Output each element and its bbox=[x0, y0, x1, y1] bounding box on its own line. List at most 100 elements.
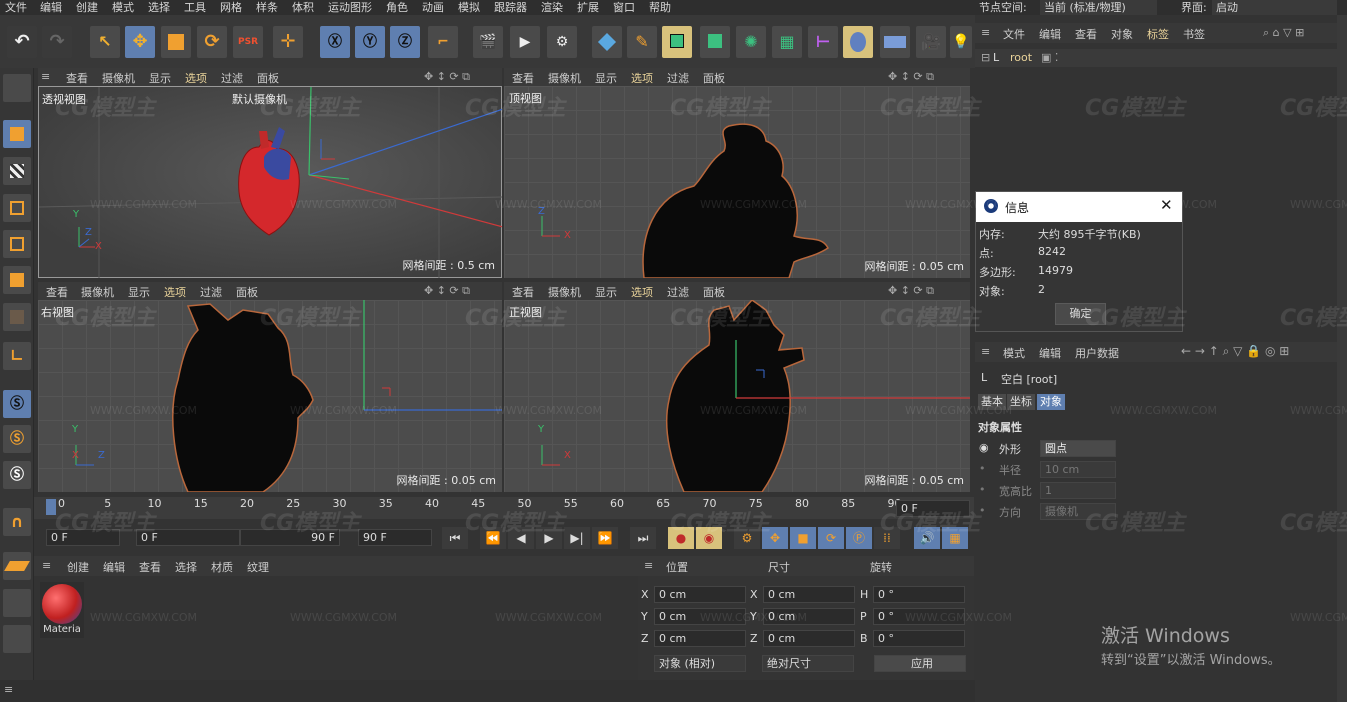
go-to-end-icon[interactable]: ⏭ bbox=[630, 527, 656, 549]
vp-menu-panel[interactable]: 面板 bbox=[703, 284, 725, 300]
x-axis-lock-icon[interactable]: Ⓧ bbox=[320, 26, 350, 58]
vp-menu-options[interactable]: 选项 bbox=[164, 284, 186, 300]
next-key-icon[interactable]: ⏩ bbox=[592, 527, 618, 549]
key-parameter-icon[interactable]: Ⓟ bbox=[846, 527, 872, 549]
menu-handle-icon[interactable]: ≡ bbox=[981, 345, 990, 358]
am-nav-icon[interactable]: ← → ↑ ⌕ ▽ 🔒 ◎ ⊞ bbox=[1181, 344, 1289, 359]
make-editable-icon[interactable] bbox=[3, 74, 31, 102]
render-settings-icon[interactable]: ⚙ bbox=[547, 26, 577, 58]
menu-mode[interactable]: 模式 bbox=[112, 0, 134, 15]
workplane-grid-icon[interactable] bbox=[3, 552, 31, 580]
om-menu-bookmarks[interactable]: 书签 bbox=[1183, 26, 1205, 42]
redo-icon[interactable]: ↷ bbox=[42, 26, 72, 58]
vp-menu-camera[interactable]: 摄像机 bbox=[81, 284, 114, 300]
vp-menu-display[interactable]: 显示 bbox=[595, 284, 617, 300]
prop-value[interactable]: 圆点 bbox=[1040, 440, 1116, 457]
menu-tracker[interactable]: 跟踪器 bbox=[494, 0, 527, 15]
vp-menu-panel[interactable]: 面板 bbox=[703, 70, 725, 86]
object-row-root[interactable]: ⊟ L root ▣ ⁚ bbox=[975, 49, 1347, 67]
menu-select[interactable]: 选择 bbox=[148, 0, 170, 15]
menu-character[interactable]: 角色 bbox=[386, 0, 408, 15]
animate-dot-icon[interactable]: ◉ bbox=[979, 441, 989, 454]
am-menu-userdata[interactable]: 用户数据 bbox=[1075, 345, 1119, 361]
material-swatch[interactable]: Materia bbox=[40, 582, 84, 638]
mograph-cloner-icon[interactable]: ✺ bbox=[736, 26, 766, 58]
z-axis-lock-icon[interactable]: Ⓩ bbox=[390, 26, 420, 58]
vp-menu-filter[interactable]: 过滤 bbox=[200, 284, 222, 300]
menu-create[interactable]: 创建 bbox=[76, 0, 98, 15]
axis-mode-icon[interactable]: ∟ bbox=[3, 342, 31, 370]
prop-value[interactable]: 1 bbox=[1040, 482, 1116, 499]
vp-menu-view[interactable]: 查看 bbox=[46, 284, 68, 300]
expand-icon[interactable]: ⊟ bbox=[981, 51, 990, 64]
menu-window[interactable]: 窗口 bbox=[613, 0, 635, 15]
cube-icon[interactable] bbox=[592, 26, 622, 58]
edge-mode-icon[interactable] bbox=[3, 230, 31, 258]
interface-dropdown[interactable]: 启动 bbox=[1212, 0, 1337, 15]
menu-animation[interactable]: 动画 bbox=[422, 0, 444, 15]
menu-handle-icon[interactable]: ≡ bbox=[4, 683, 13, 696]
mat-menu-select[interactable]: 选择 bbox=[175, 559, 197, 575]
position-field[interactable]: 0 cm bbox=[654, 586, 746, 603]
deformer-icon[interactable]: ⊢ bbox=[808, 26, 838, 58]
menu-mograph[interactable]: 运动图形 bbox=[328, 0, 372, 15]
object-name[interactable]: root bbox=[1010, 51, 1032, 64]
menu-spline[interactable]: 样条 bbox=[256, 0, 278, 15]
planar-workplane-icon[interactable] bbox=[3, 625, 31, 653]
vp-menu-camera[interactable]: 摄像机 bbox=[548, 70, 581, 86]
size-field[interactable]: 0 cm bbox=[763, 630, 855, 647]
animate-dot-icon[interactable]: • bbox=[979, 483, 986, 496]
size-field[interactable]: 0 cm bbox=[763, 586, 855, 603]
transform-icon[interactable]: ✛ bbox=[273, 26, 303, 58]
om-menu-tags[interactable]: 标签 bbox=[1147, 26, 1169, 42]
magnet-icon[interactable]: ∩ bbox=[3, 508, 31, 536]
vp-menu-options[interactable]: 选项 bbox=[185, 70, 207, 86]
vp-menu-display[interactable]: 显示 bbox=[595, 70, 617, 86]
menu-handle-icon[interactable]: ≡ bbox=[981, 26, 990, 39]
om-menu-view[interactable]: 查看 bbox=[1075, 26, 1097, 42]
workplane-icon[interactable]: Ⓢ bbox=[3, 461, 31, 489]
key-rotation-icon[interactable]: ⟳ bbox=[818, 527, 844, 549]
vp-menu-display[interactable]: 显示 bbox=[128, 284, 150, 300]
menu-simulate[interactable]: 模拟 bbox=[458, 0, 480, 15]
key-scale-icon[interactable]: ■ bbox=[790, 527, 816, 549]
menu-edit[interactable]: 编辑 bbox=[40, 0, 62, 15]
menu-render[interactable]: 渲染 bbox=[541, 0, 563, 15]
rotation-field[interactable]: 0 ° bbox=[873, 586, 965, 603]
apply-button[interactable]: 应用 bbox=[874, 655, 966, 672]
camera-icon[interactable]: 🎥 bbox=[916, 26, 946, 58]
menu-tools[interactable]: 工具 bbox=[184, 0, 206, 15]
vp-menu-display[interactable]: 显示 bbox=[149, 70, 171, 86]
vp-menu-panel[interactable]: 面板 bbox=[257, 70, 279, 86]
lock-workplane-icon[interactable] bbox=[3, 589, 31, 617]
mat-menu-create[interactable]: 创建 bbox=[67, 559, 89, 575]
render-region-icon[interactable]: 🎬 bbox=[473, 26, 503, 58]
snap-settings-icon[interactable]: Ⓢ bbox=[3, 425, 31, 453]
visibility-dots-icon[interactable]: ▣ ⁚ bbox=[1041, 51, 1058, 64]
psr-icon[interactable]: PSR bbox=[233, 26, 263, 58]
om-menu-edit[interactable]: 编辑 bbox=[1039, 26, 1061, 42]
vp-nav-icon[interactable]: ✥ ↕ ⟳ ⧉ bbox=[888, 70, 934, 84]
array-icon[interactable]: ▦ bbox=[772, 26, 802, 58]
menu-help[interactable]: 帮助 bbox=[649, 0, 671, 15]
menu-volume[interactable]: 体积 bbox=[292, 0, 314, 15]
vp-menu-panel[interactable]: 面板 bbox=[236, 284, 258, 300]
menu-extensions[interactable]: 扩展 bbox=[577, 0, 599, 15]
menu-file[interactable]: 文件 bbox=[5, 0, 27, 15]
vp-menu-options[interactable]: 选项 bbox=[631, 284, 653, 300]
tab-object[interactable]: 对象 bbox=[1037, 394, 1065, 410]
position-field[interactable]: 0 cm bbox=[654, 630, 746, 647]
coordinate-system-icon[interactable]: ⌐ bbox=[428, 26, 458, 58]
coord-mode-dropdown[interactable]: 对象 (相对) bbox=[654, 655, 746, 672]
uv-mode-icon[interactable] bbox=[3, 303, 31, 331]
node-space-dropdown[interactable]: 当前 (标准/物理) bbox=[1040, 0, 1157, 15]
vp-menu-camera[interactable]: 摄像机 bbox=[548, 284, 581, 300]
floor-icon[interactable] bbox=[880, 26, 910, 58]
texture-mode-icon[interactable] bbox=[3, 157, 31, 185]
am-menu-mode[interactable]: 模式 bbox=[1003, 345, 1025, 361]
vp-menu-view[interactable]: 查看 bbox=[512, 70, 534, 86]
pen-icon[interactable]: ✎ bbox=[627, 26, 657, 58]
mat-menu-material[interactable]: 材质 bbox=[211, 559, 233, 575]
vp-menu-view[interactable]: 查看 bbox=[512, 284, 534, 300]
menu-handle-icon[interactable]: ≡ bbox=[644, 559, 653, 572]
